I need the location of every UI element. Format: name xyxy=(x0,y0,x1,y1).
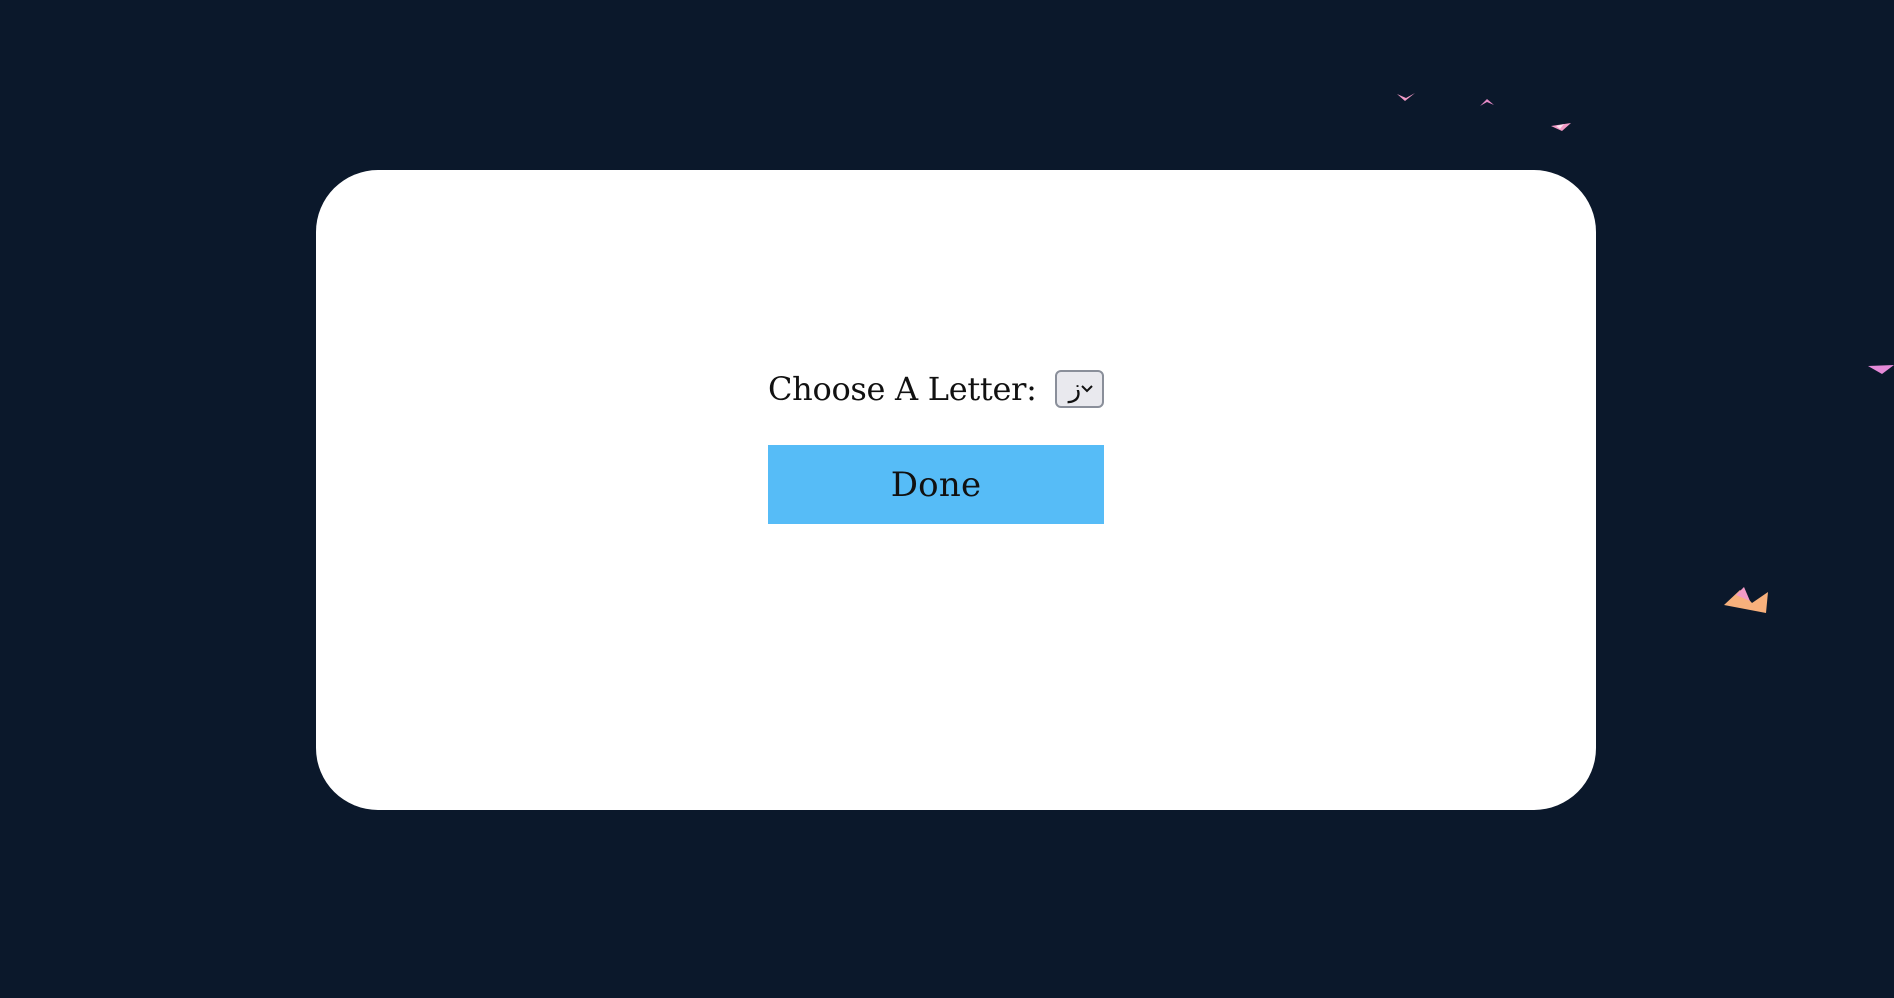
chevron-down-icon xyxy=(1081,385,1093,393)
confetti-icon xyxy=(1724,587,1768,613)
confetti-icon xyxy=(1551,123,1571,131)
confetti-icon xyxy=(1868,365,1894,374)
letter-row: Choose A Letter: ز xyxy=(768,368,1104,410)
letter-select[interactable]: ز xyxy=(1054,370,1104,408)
page: Choose A Letter: ز Done xyxy=(0,0,1894,998)
choose-letter-label: Choose A Letter: xyxy=(768,370,1037,408)
confetti-icon xyxy=(1480,99,1494,106)
letter-form: Choose A Letter: ز Done xyxy=(768,368,1104,524)
done-button[interactable]: Done xyxy=(768,445,1104,524)
confetti-icon xyxy=(1397,93,1415,101)
